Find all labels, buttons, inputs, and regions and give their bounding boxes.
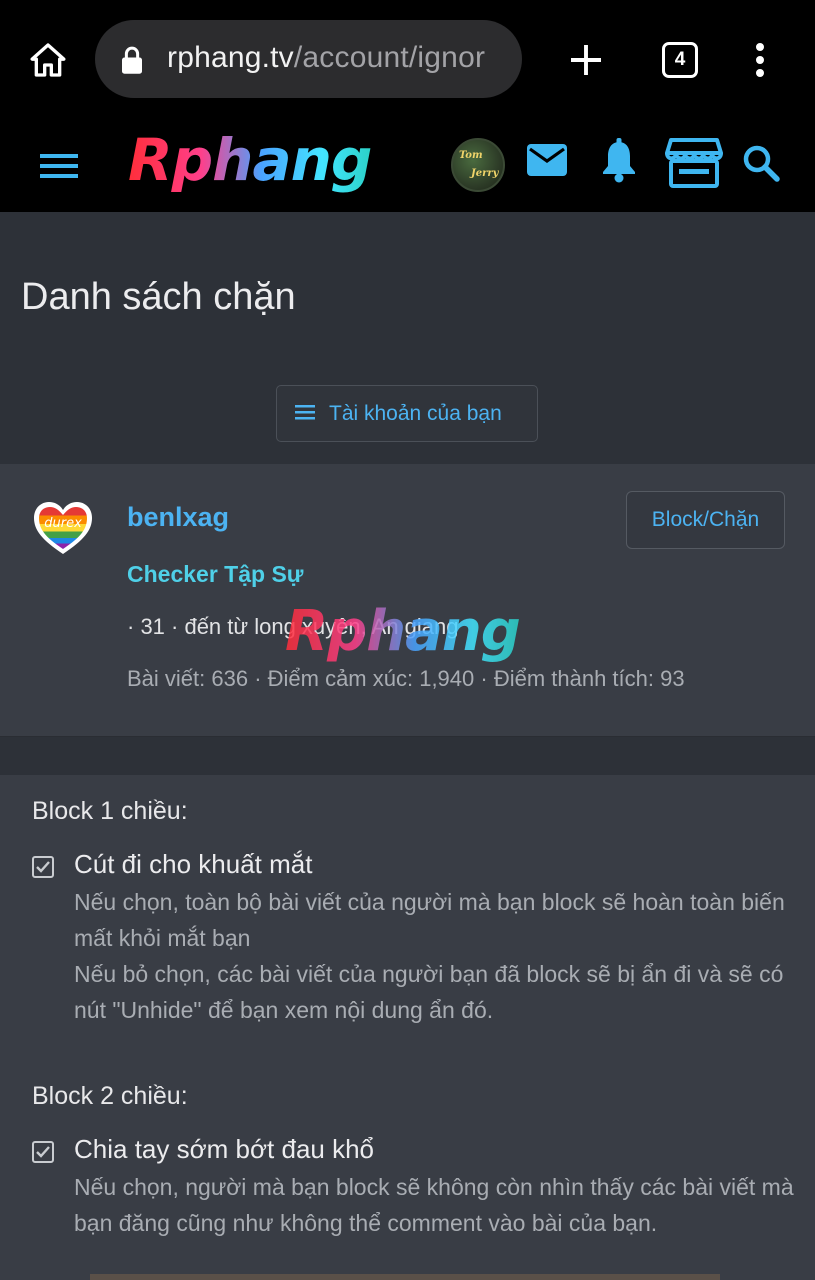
- list-icon: [295, 402, 315, 426]
- two-way-hint: Nếu chọn, người mà bạn block sẽ không cò…: [74, 1174, 794, 1236]
- url-path: /account/ignor: [293, 41, 486, 74]
- durex-logo-text: durex: [44, 516, 82, 531]
- one-way-hint-checked: Nếu chọn, toàn bộ bài viết của người mà …: [74, 889, 785, 951]
- one-way-hint-unchecked: Nếu bỏ chọn, các bài viết của người bạn …: [74, 961, 784, 1023]
- two-way-option-label: Chia tay sớm bớt đau khổ: [74, 1134, 375, 1164]
- block-options: Block 1 chiều: Cút đi cho khuất mắt Nếu …: [0, 775, 815, 1280]
- account-avatar[interactable]: Tom Jerry: [451, 138, 505, 192]
- one-way-block-heading: Block 1 chiều:: [32, 797, 188, 825]
- ad-banner-edge: [90, 1274, 720, 1280]
- site-logo[interactable]: Rphang: [128, 126, 372, 194]
- blocked-user-card: durex benlxag Checker Tập Sự · 31 · đến …: [0, 464, 815, 737]
- checkbox-checked-icon[interactable]: [32, 1141, 54, 1163]
- avatar-text-jerry: Jerry: [471, 168, 499, 179]
- site-watermark: Rphang: [285, 599, 521, 664]
- home-icon[interactable]: [22, 34, 74, 86]
- username-link[interactable]: benlxag: [127, 502, 229, 533]
- search-icon[interactable]: [742, 144, 780, 187]
- hamburger-menu-icon[interactable]: [38, 148, 80, 184]
- address-bar[interactable]: rphang.tv/account/ignor: [95, 20, 522, 98]
- your-account-button[interactable]: Tài khoản của bạn: [276, 385, 538, 442]
- avatar-text-tom: Tom: [459, 150, 483, 161]
- browser-toolbar: rphang.tv/account/ignor 4: [0, 0, 815, 120]
- url-domain: rphang.tv: [167, 41, 294, 74]
- new-tab-plus-icon[interactable]: [562, 36, 610, 84]
- notification-bell-icon[interactable]: [600, 138, 638, 189]
- store-icon[interactable]: [665, 137, 723, 194]
- tab-switcher-button[interactable]: 4: [662, 42, 698, 78]
- user-title: Checker Tập Sự: [127, 561, 304, 587]
- checkbox-checked-icon[interactable]: [32, 856, 54, 878]
- page-title: Danh sách chặn: [21, 276, 296, 318]
- your-account-label: Tài khoản của bạn: [329, 401, 502, 425]
- lock-icon: [119, 45, 145, 80]
- one-way-option-label: Cút đi cho khuất mắt: [74, 849, 313, 879]
- more-vert-icon[interactable]: [746, 38, 774, 82]
- mail-icon[interactable]: [526, 142, 568, 183]
- site-header: Rphang Tom Jerry: [0, 120, 815, 212]
- user-stats: Bài viết: 636 · Điểm cảm xúc: 1,940 · Đi…: [127, 666, 685, 691]
- url-text: rphang.tv/account/ignor: [167, 41, 485, 75]
- two-way-block-heading: Block 2 chiều:: [32, 1082, 188, 1110]
- member-avatar[interactable]: durex: [32, 500, 94, 561]
- block-button[interactable]: Block/Chặn: [626, 491, 785, 549]
